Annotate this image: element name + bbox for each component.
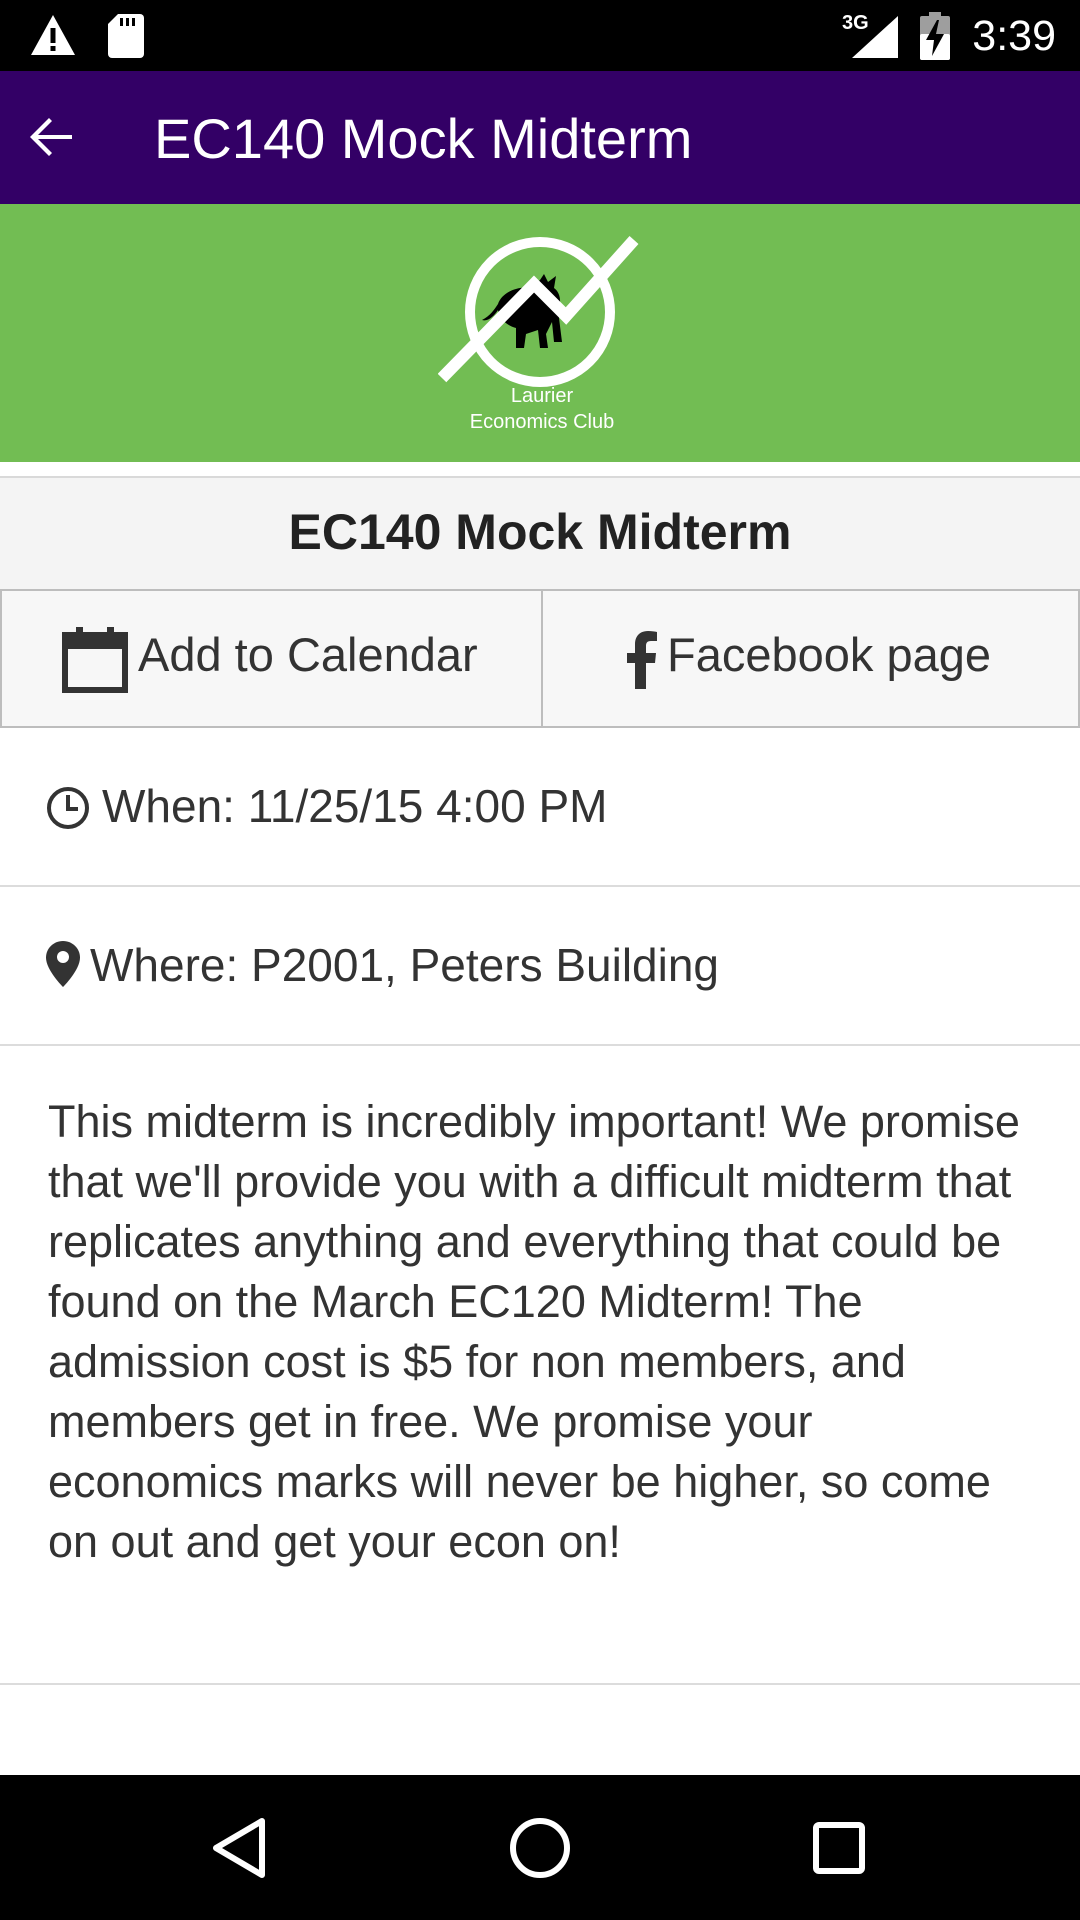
app-bar-title: EC140 Mock Midterm bbox=[154, 107, 693, 170]
navigation-bar bbox=[0, 1775, 1080, 1920]
location-pin-icon bbox=[46, 941, 80, 987]
facebook-icon bbox=[627, 631, 657, 689]
warning-icon bbox=[31, 15, 75, 55]
status-clock: 3:39 bbox=[972, 12, 1056, 60]
clock-icon bbox=[47, 787, 89, 829]
event-description: This midterm is incredibly important! We… bbox=[48, 1096, 1020, 1567]
event-where-row: Where: P2001, Peters Building bbox=[0, 887, 1080, 1046]
logo-text-line2: Economics Club bbox=[470, 411, 615, 433]
event-banner: Laurier Economics Club bbox=[0, 204, 1080, 462]
facebook-page-button[interactable]: Facebook page bbox=[541, 589, 1080, 728]
status-bar: 3G 3:39 bbox=[0, 0, 1080, 71]
add-to-calendar-label: Add to Calendar bbox=[138, 628, 478, 681]
logo-text-line1: Laurier bbox=[511, 385, 574, 407]
event-actions: Add to Calendar Facebook page bbox=[0, 589, 1080, 728]
event-title-bar: EC140 Mock Midterm bbox=[0, 476, 1080, 590]
calendar-icon bbox=[62, 627, 128, 693]
nav-recents-icon[interactable] bbox=[804, 1813, 874, 1883]
event-where: Where: P2001, Peters Building bbox=[90, 939, 720, 991]
battery-charging-icon bbox=[920, 12, 950, 60]
event-title: EC140 Mock Midterm bbox=[288, 504, 792, 560]
facebook-page-label: Facebook page bbox=[667, 628, 992, 681]
divider bbox=[0, 1683, 1080, 1685]
nav-back-icon[interactable] bbox=[206, 1813, 276, 1883]
signal-icon bbox=[852, 16, 898, 58]
event-when: When: 11/25/15 4:00 PM bbox=[102, 780, 608, 832]
event-when-row: When: 11/25/15 4:00 PM bbox=[0, 728, 1080, 887]
laurier-economics-club-logo: Laurier Economics Club bbox=[438, 235, 639, 433]
app-bar: EC140 Mock Midterm bbox=[0, 71, 1080, 204]
add-to-calendar-button[interactable]: Add to Calendar bbox=[0, 589, 543, 728]
sd-card-icon bbox=[108, 14, 144, 58]
arrow-back-icon[interactable] bbox=[20, 105, 84, 169]
nav-home-icon[interactable] bbox=[505, 1813, 575, 1883]
